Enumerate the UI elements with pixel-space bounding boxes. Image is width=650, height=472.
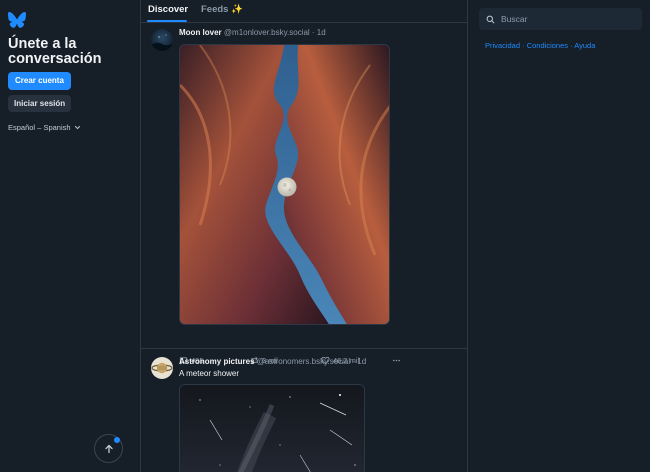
author-name[interactable]: Astronomy pictures <box>179 357 255 366</box>
language-select[interactable]: Español – Spanish <box>8 123 81 132</box>
search-input[interactable] <box>501 14 631 24</box>
footer-links: Privacidad · Condiciones · Ayuda <box>485 41 595 50</box>
link-separator: · <box>522 41 525 50</box>
help-link[interactable]: Ayuda <box>574 41 595 50</box>
feed-tabs: Discover Feeds ✨ <box>141 0 467 23</box>
feed-column: Discover Feeds ✨ Moon lover @m1onlover.b… <box>140 0 468 472</box>
language-label: Español – Spanish <box>8 123 71 132</box>
author-name[interactable]: Moon lover <box>179 28 222 37</box>
author-handle[interactable]: @m1onlover.bsky.social · 1d <box>224 28 326 37</box>
link-separator: · <box>570 41 573 50</box>
right-sidebar: Privacidad · Condiciones · Ayuda <box>468 0 650 472</box>
post-header: Astronomy pictures @astronomers.bsky.soc… <box>179 357 366 366</box>
privacy-link[interactable]: Privacidad <box>485 41 520 50</box>
post-header: Moon lover @m1onlover.bsky.social · 1d <box>179 28 326 37</box>
tab-feeds[interactable]: Feeds ✨ <box>201 4 243 15</box>
post-image[interactable] <box>179 44 390 325</box>
avatar[interactable] <box>151 29 173 51</box>
arrow-up-icon <box>104 444 113 453</box>
butterfly-logo-icon[interactable] <box>8 12 26 28</box>
author-handle[interactable]: @astronomers.bsky.social · 1d <box>257 357 366 366</box>
sign-in-button[interactable]: Iniciar sesión <box>8 95 72 112</box>
avatar[interactable] <box>151 357 173 379</box>
chevron-down-icon <box>74 125 80 130</box>
terms-link[interactable]: Condiciones <box>527 41 568 50</box>
join-heading: Únete a la conversación <box>8 36 102 67</box>
search-icon <box>486 15 495 23</box>
post-card[interactable]: Astronomy pictures @astronomers.bsky.soc… <box>141 350 467 472</box>
new-posts-dot <box>114 437 120 443</box>
active-tab-indicator <box>147 20 187 22</box>
post-divider <box>141 348 467 349</box>
post-image[interactable] <box>179 384 365 472</box>
search-box[interactable] <box>479 8 642 30</box>
create-account-button[interactable]: Crear cuenta <box>8 72 71 90</box>
tab-discover[interactable]: Discover <box>148 4 188 15</box>
post-text: A meteor shower <box>179 369 240 378</box>
post-card[interactable]: Moon lover @m1onlover.bsky.social · 1d 4… <box>141 24 467 365</box>
left-sidebar: Únete a la conversación Crear cuenta Ini… <box>0 0 140 472</box>
